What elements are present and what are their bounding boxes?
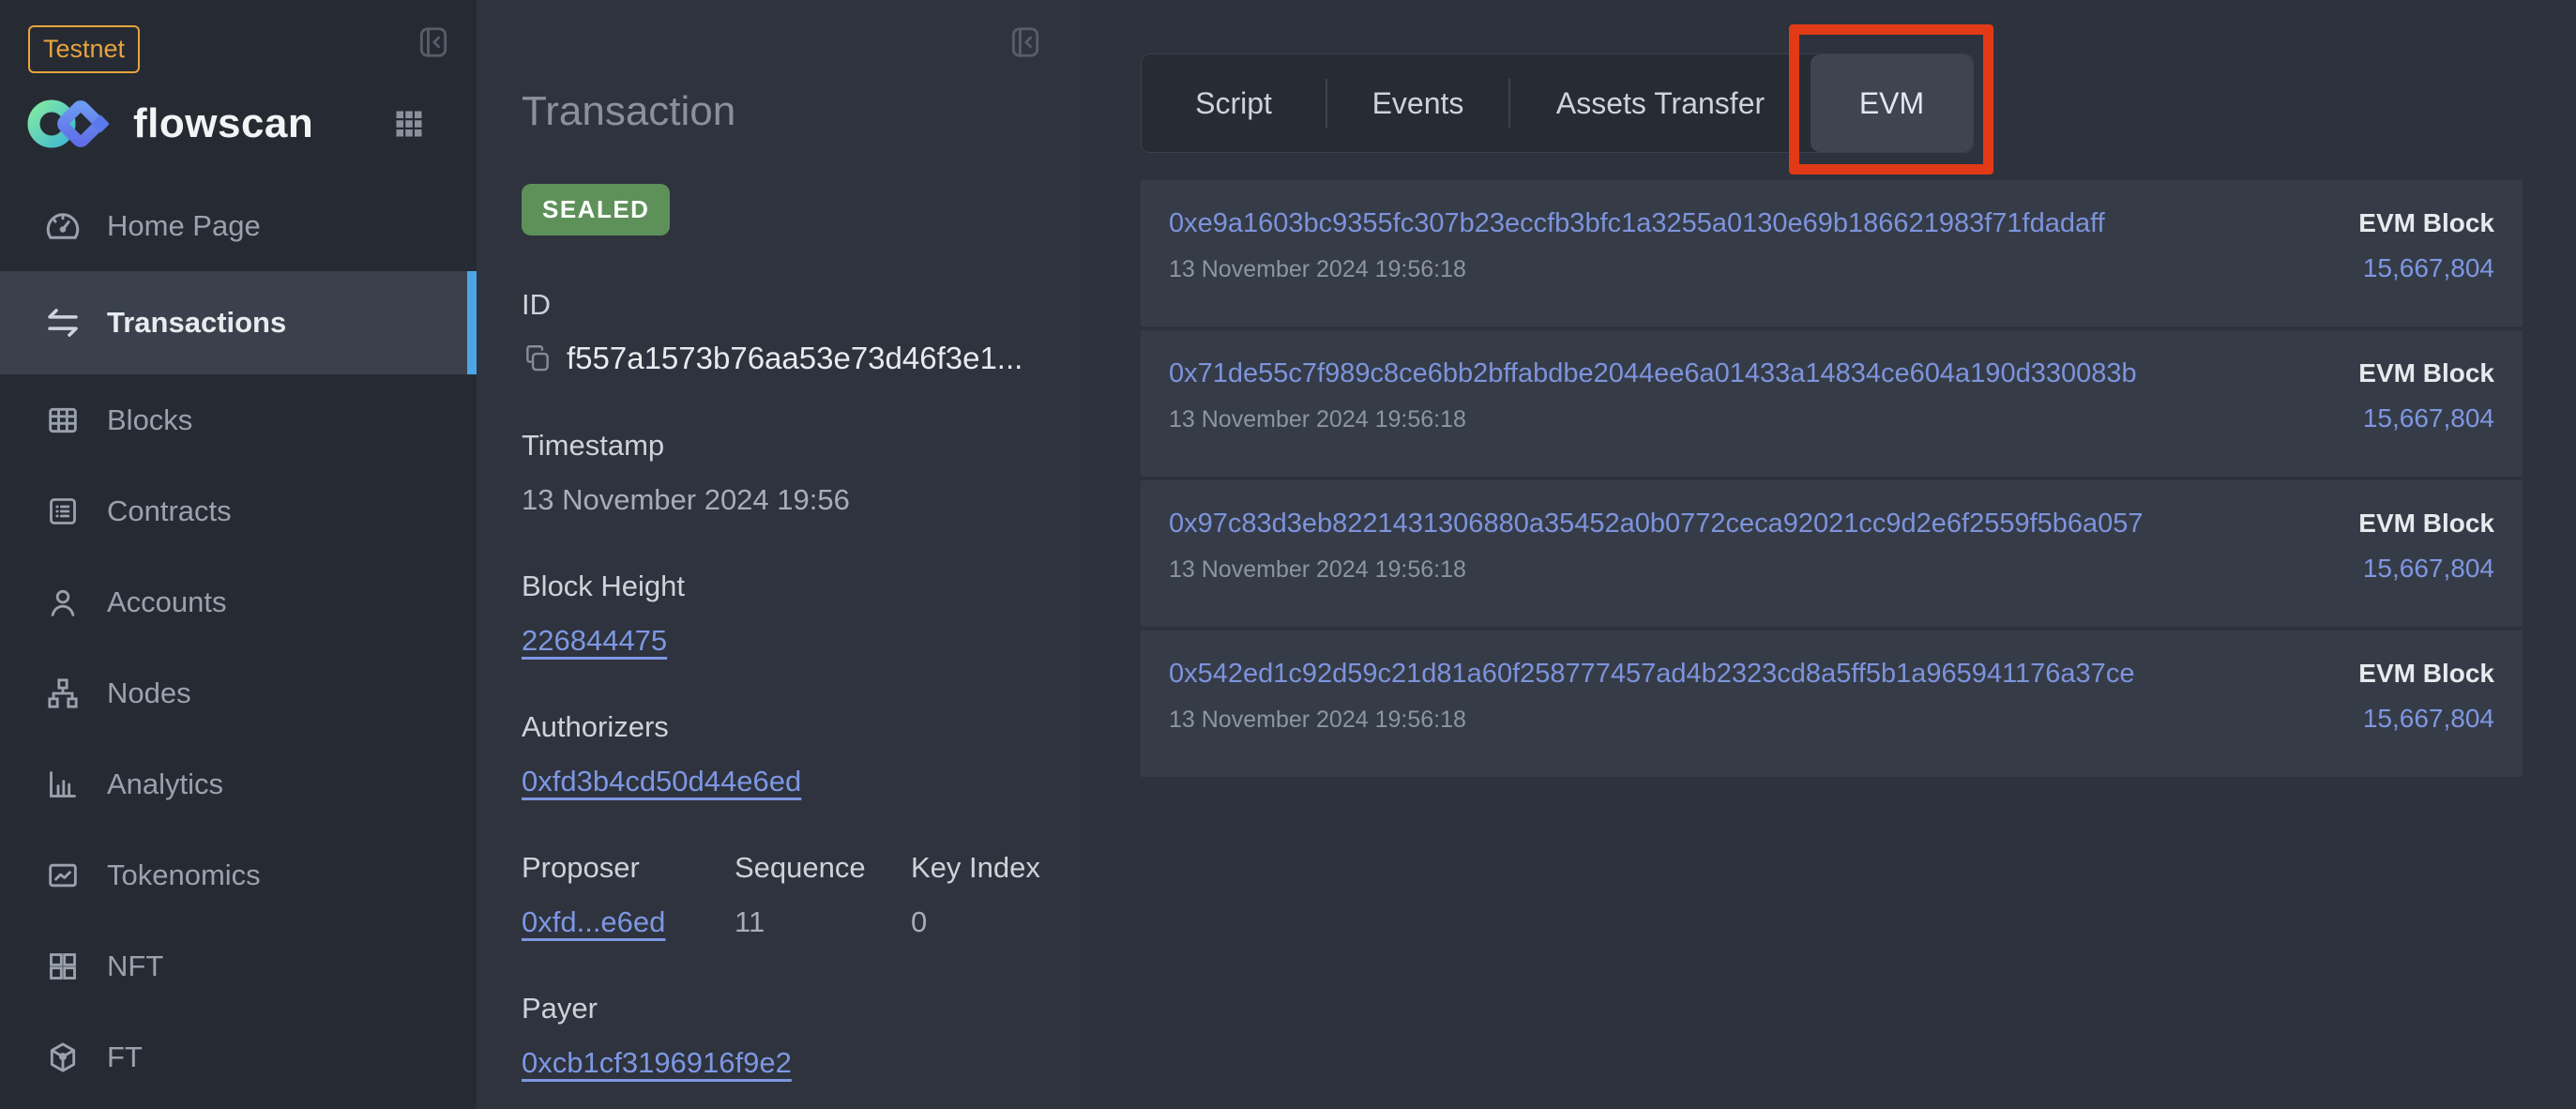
table-row: 0x71de55c7f989c8ce6bb2bffabdbe2044ee6a01… [1141,330,2523,477]
tab-bar: Script Events Assets Transfer EVM [1141,53,1974,153]
sequence-value: 11 [735,905,911,939]
sidebar-item-label: Blocks [107,403,192,437]
transfer-arrows-icon [43,303,83,342]
sidebar-item-label: Nodes [107,676,191,710]
evm-tx-timestamp: 13 November 2024 19:56:18 [1169,556,2144,584]
table-row: 0x97c83d3eb8221431306880a35452a0b0772cec… [1141,480,2523,627]
sidebar-item-label: Tokenomics [107,858,261,892]
block-height-label: Block Height [522,570,1079,603]
sidebar: Testnet flowscan [0,0,477,1109]
key-index-value: 0 [911,905,1040,939]
block-height-link[interactable]: 226844475 [522,624,667,657]
tab-evm[interactable]: EVM [1811,54,1973,152]
evm-tx-timestamp: 13 November 2024 19:56:18 [1169,406,2137,433]
collapse-panel-icon[interactable] [1008,24,1043,60]
sidebar-item-label: Analytics [107,767,223,801]
line-chart-icon [43,857,83,894]
sidebar-item-label: Home Page [107,209,261,243]
evm-tx-hash-link[interactable]: 0x71de55c7f989c8ce6bb2bffabdbe2044ee6a01… [1169,358,2137,389]
proposer-address-link[interactable]: 0xfd...e6ed [522,905,665,938]
hierarchy-icon [43,675,83,712]
evm-tx-timestamp: 13 November 2024 19:56:18 [1169,256,2105,283]
evm-block-label: EVM Block [2358,659,2494,689]
flowscan-logo [26,94,113,154]
person-icon [43,584,83,621]
tab-assets-transfer[interactable]: Assets Transfer [1510,54,1811,152]
active-indicator-bar [467,271,477,374]
evm-block-number-link[interactable]: 15,667,804 [2363,704,2494,734]
evm-block-label: EVM Block [2358,509,2494,539]
evm-tx-hash-link[interactable]: 0x542ed1c92d59c21d81a60f258777457ad4b232… [1169,659,2134,690]
sidebar-item-label: Contracts [107,494,232,528]
sidebar-item-nodes[interactable]: Nodes [0,647,477,738]
brand-name: flowscan [133,100,313,147]
timestamp-value: 13 November 2024 19:56 [522,483,1079,517]
sidebar-item-label: FT [107,1041,143,1074]
page-title: Transaction [522,88,1079,135]
table-row: 0xe9a1603bc9355fc307b23eccfb3bfc1a3255a0… [1141,180,2523,327]
table-grid-icon [43,402,83,439]
evm-block-number-link[interactable]: 15,667,804 [2363,253,2494,283]
sidebar-item-transactions[interactable]: Transactions [0,271,477,374]
copy-icon[interactable] [522,342,553,374]
evm-block-number-link[interactable]: 15,667,804 [2363,554,2494,584]
sidebar-item-home-page[interactable]: Home Page [0,180,477,271]
sequence-label: Sequence [735,851,911,885]
sidebar-item-analytics[interactable]: Analytics [0,738,477,829]
authorizers-label: Authorizers [522,710,1079,744]
evm-tx-hash-link[interactable]: 0xe9a1603bc9355fc307b23eccfb3bfc1a3255a0… [1169,208,2105,239]
brand[interactable]: flowscan [26,90,450,158]
status-badge: SEALED [522,184,670,235]
sidebar-item-blocks[interactable]: Blocks [0,374,477,465]
evm-block-label: EVM Block [2358,208,2494,238]
payer-label: Payer [522,992,1079,1025]
timestamp-label: Timestamp [522,429,1079,463]
evm-tx-hash-link[interactable]: 0x97c83d3eb8221431306880a35452a0b0772cec… [1169,509,2144,539]
sidebar-item-accounts[interactable]: Accounts [0,556,477,647]
sidebar-item-tokenomics[interactable]: Tokenomics [0,829,477,920]
key-index-label: Key Index [911,851,1040,885]
transaction-id-value: f557a1573b76aa53e73d46f3e1... [567,341,1023,376]
proposer-label: Proposer [522,851,735,885]
authorizer-address-link[interactable]: 0xfd3b4cd50d44e6ed [522,765,801,798]
network-badge: Testnet [28,25,140,73]
transaction-detail-panel: Transaction SEALED ID f557a1573b76aa53e7… [477,0,1079,1109]
tab-script[interactable]: Script [1142,54,1326,152]
sidebar-item-label: Accounts [107,585,227,619]
main-content: Script Events Assets Transfer EVM 0xe9a1… [1079,0,2576,1109]
table-row: 0x542ed1c92d59c21d81a60f258777457ad4b232… [1141,630,2523,777]
evm-transaction-list: 0xe9a1603bc9355fc307b23eccfb3bfc1a3255a0… [1141,180,2523,777]
payer-address-link[interactable]: 0xcb1cf3196916f9e2 [522,1046,792,1079]
contract-list-icon [43,493,83,530]
collapse-sidebar-icon[interactable] [416,24,451,60]
id-label: ID [522,288,1079,322]
sidebar-item-label: NFT [107,949,163,983]
bar-chart-icon [43,766,83,803]
sidebar-nav: Home Page Transactions Blocks [0,180,477,1102]
evm-block-label: EVM Block [2358,358,2494,388]
cube-icon [43,1039,83,1076]
sidebar-item-ft[interactable]: FT [0,1011,477,1102]
sidebar-item-label: Transactions [107,306,286,340]
evm-tx-timestamp: 13 November 2024 19:56:18 [1169,706,2134,734]
sidebar-item-contracts[interactable]: Contracts [0,465,477,556]
speedometer-icon [43,206,83,246]
sidebar-item-nft[interactable]: NFT [0,920,477,1011]
four-squares-icon [43,948,83,985]
tab-events[interactable]: Events [1327,54,1508,152]
apps-grid-icon[interactable] [392,107,426,141]
evm-block-number-link[interactable]: 15,667,804 [2363,403,2494,433]
